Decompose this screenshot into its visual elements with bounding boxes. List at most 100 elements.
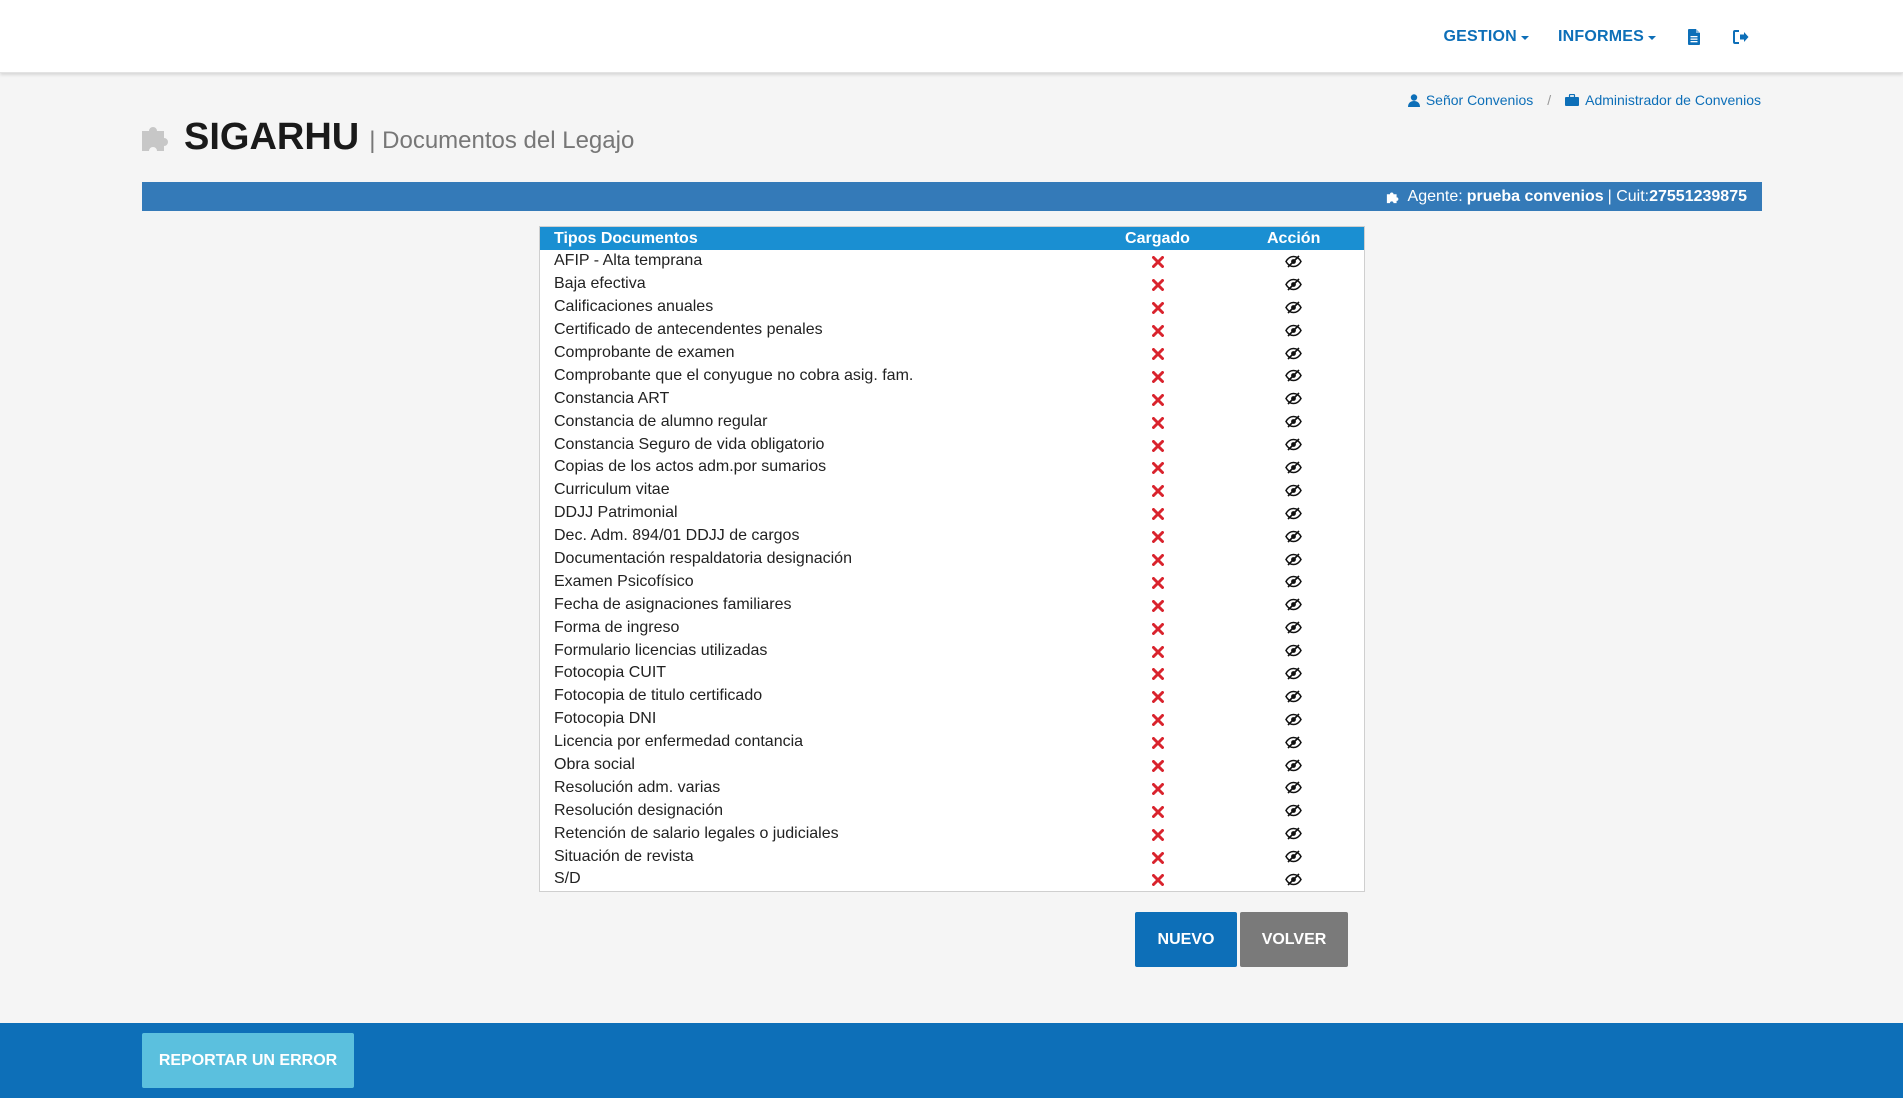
eye-slash-icon[interactable]: [1285, 644, 1303, 657]
eye-slash-icon[interactable]: [1285, 438, 1303, 451]
document-type-name: Retención de salario legales o judiciale…: [554, 824, 839, 842]
eye-slash-icon[interactable]: [1285, 804, 1303, 817]
loaded-status-cell: [1092, 645, 1224, 658]
eye-slash-icon[interactable]: [1285, 484, 1303, 497]
eye-slash-icon[interactable]: [1285, 324, 1303, 337]
table-row: Fotocopia DNI: [540, 708, 1364, 731]
action-cell: [1223, 827, 1364, 840]
eye-slash-icon[interactable]: [1285, 850, 1303, 863]
eye-slash-icon[interactable]: [1285, 461, 1303, 474]
document-icon[interactable]: [1685, 28, 1703, 46]
table-body: AFIP - Alta temprana Baja efectiva Calific…: [540, 250, 1364, 891]
loaded-status-cell: [1092, 553, 1224, 567]
page-subtitle: | Documentos del Legajo: [369, 127, 635, 154]
eye-slash-icon[interactable]: [1285, 369, 1303, 382]
informes-menu[interactable]: INFORMES: [1558, 28, 1656, 46]
eye-slash-icon[interactable]: [1285, 346, 1303, 360]
eye-slash-icon[interactable]: [1285, 873, 1303, 886]
table-row: Constancia ART: [540, 387, 1364, 410]
eye-slash-icon[interactable]: [1285, 713, 1303, 726]
eye-slash-icon[interactable]: [1285, 736, 1303, 749]
caret-down-icon: [1520, 35, 1529, 40]
puzzle-icon: [1386, 192, 1398, 204]
document-type-name: Fotocopia CUIT: [554, 664, 667, 682]
eye-slash-icon[interactable]: [1285, 392, 1303, 405]
action-cell: [1223, 255, 1364, 268]
breadcrumb: Señor Convenios / Administrador de Conve…: [1407, 92, 1761, 108]
table-row: Constancia Seguro de vida obligatorio: [540, 433, 1364, 456]
document-type-name: Situación de revista: [554, 847, 694, 865]
action-cell: [1223, 713, 1364, 726]
action-cell: [1223, 598, 1364, 611]
not-loaded-x-icon: [1151, 690, 1164, 704]
document-type-name: S/D: [554, 870, 581, 888]
eye-slash-icon[interactable]: [1285, 507, 1303, 520]
eye-slash-icon[interactable]: [1285, 667, 1303, 680]
eye-slash-icon[interactable]: [1285, 781, 1303, 794]
action-cell: [1223, 873, 1364, 886]
document-type-name: Resolución designación: [554, 801, 723, 819]
eye-slash-icon[interactable]: [1285, 530, 1303, 543]
loaded-status-cell: [1092, 622, 1224, 635]
not-loaded-x-icon: [1151, 713, 1164, 727]
loaded-status-cell: [1092, 599, 1224, 612]
action-cell: [1223, 758, 1364, 772]
top-navbar: GESTION INFORMES: [0, 0, 1903, 73]
eye-slash-icon[interactable]: [1285, 758, 1303, 772]
eye-slash-icon[interactable]: [1285, 621, 1303, 634]
eye-slash-icon[interactable]: [1285, 690, 1303, 703]
eye-slash-icon[interactable]: [1285, 301, 1303, 314]
loaded-status-cell: [1092, 851, 1224, 864]
loaded-status-cell: [1092, 347, 1224, 360]
table-row: Obra social: [540, 754, 1364, 777]
loaded-status-cell: [1092, 759, 1224, 773]
table-row: Examen Psicofísico: [540, 570, 1364, 593]
not-loaded-x-icon: [1151, 759, 1164, 773]
document-type-name: Fotocopia de titulo certificado: [554, 687, 763, 705]
not-loaded-x-icon: [1151, 370, 1164, 383]
document-type-name: Comprobante de examen: [554, 344, 735, 361]
breadcrumb-user[interactable]: Señor Convenios: [1407, 92, 1533, 108]
volver-button[interactable]: VOLVER: [1240, 912, 1348, 967]
table-row: Formulario licencias utilizadas: [540, 639, 1364, 662]
header-cargado: Cargado: [1125, 229, 1190, 247]
eye-slash-icon[interactable]: [1285, 552, 1303, 566]
action-cell: [1223, 644, 1364, 657]
loaded-status-cell: [1092, 278, 1224, 292]
nuevo-button[interactable]: NUEVO: [1135, 912, 1237, 967]
eye-slash-icon[interactable]: [1285, 598, 1303, 611]
breadcrumb-role[interactable]: Administrador de Convenios: [1565, 92, 1761, 108]
table-header: Tipos Documentos Cargado Acción: [540, 227, 1364, 250]
action-cell: [1223, 461, 1364, 474]
table-row: Documentación respaldatoria designación: [540, 548, 1364, 571]
cuit-label: | Cuit:: [1607, 187, 1650, 205]
eye-slash-icon[interactable]: [1285, 575, 1303, 588]
loaded-status-cell: [1092, 370, 1224, 383]
loaded-status-cell: [1092, 782, 1224, 795]
gestion-menu-label: GESTION: [1443, 27, 1517, 45]
document-type-name: Constancia Seguro de vida obligatorio: [554, 435, 825, 453]
documents-table: Tipos Documentos Cargado Acción AFIP - A…: [539, 226, 1365, 892]
not-loaded-x-icon: [1151, 645, 1164, 658]
table-row: Situación de revista: [540, 845, 1364, 868]
not-loaded-x-icon: [1151, 576, 1164, 589]
document-type-name: Baja efectiva: [554, 275, 646, 293]
gestion-menu[interactable]: GESTION: [1444, 28, 1529, 46]
eye-slash-icon[interactable]: [1285, 255, 1303, 268]
not-loaded-x-icon: [1151, 805, 1164, 818]
not-loaded-x-icon: [1151, 278, 1164, 292]
eye-slash-icon[interactable]: [1285, 827, 1303, 840]
table-row: Licencia por enfermedad contancia: [540, 731, 1364, 754]
loaded-status-cell: [1092, 828, 1224, 841]
eye-slash-icon[interactable]: [1285, 415, 1303, 428]
document-type-name: Calificaciones anuales: [554, 298, 714, 316]
table-row: Curriculum vitae: [540, 479, 1364, 502]
report-error-button[interactable]: REPORTAR UN ERROR: [142, 1033, 354, 1088]
eye-slash-icon[interactable]: [1285, 278, 1303, 291]
action-cell: [1223, 736, 1364, 749]
table-row: Fotocopia CUIT: [540, 662, 1364, 685]
sign-out-icon[interactable]: [1732, 28, 1750, 46]
table-row: Comprobante que el conyugue no cobra asi…: [540, 364, 1364, 387]
action-cell: [1223, 278, 1364, 291]
table-row: Comprobante de examen: [540, 342, 1364, 365]
